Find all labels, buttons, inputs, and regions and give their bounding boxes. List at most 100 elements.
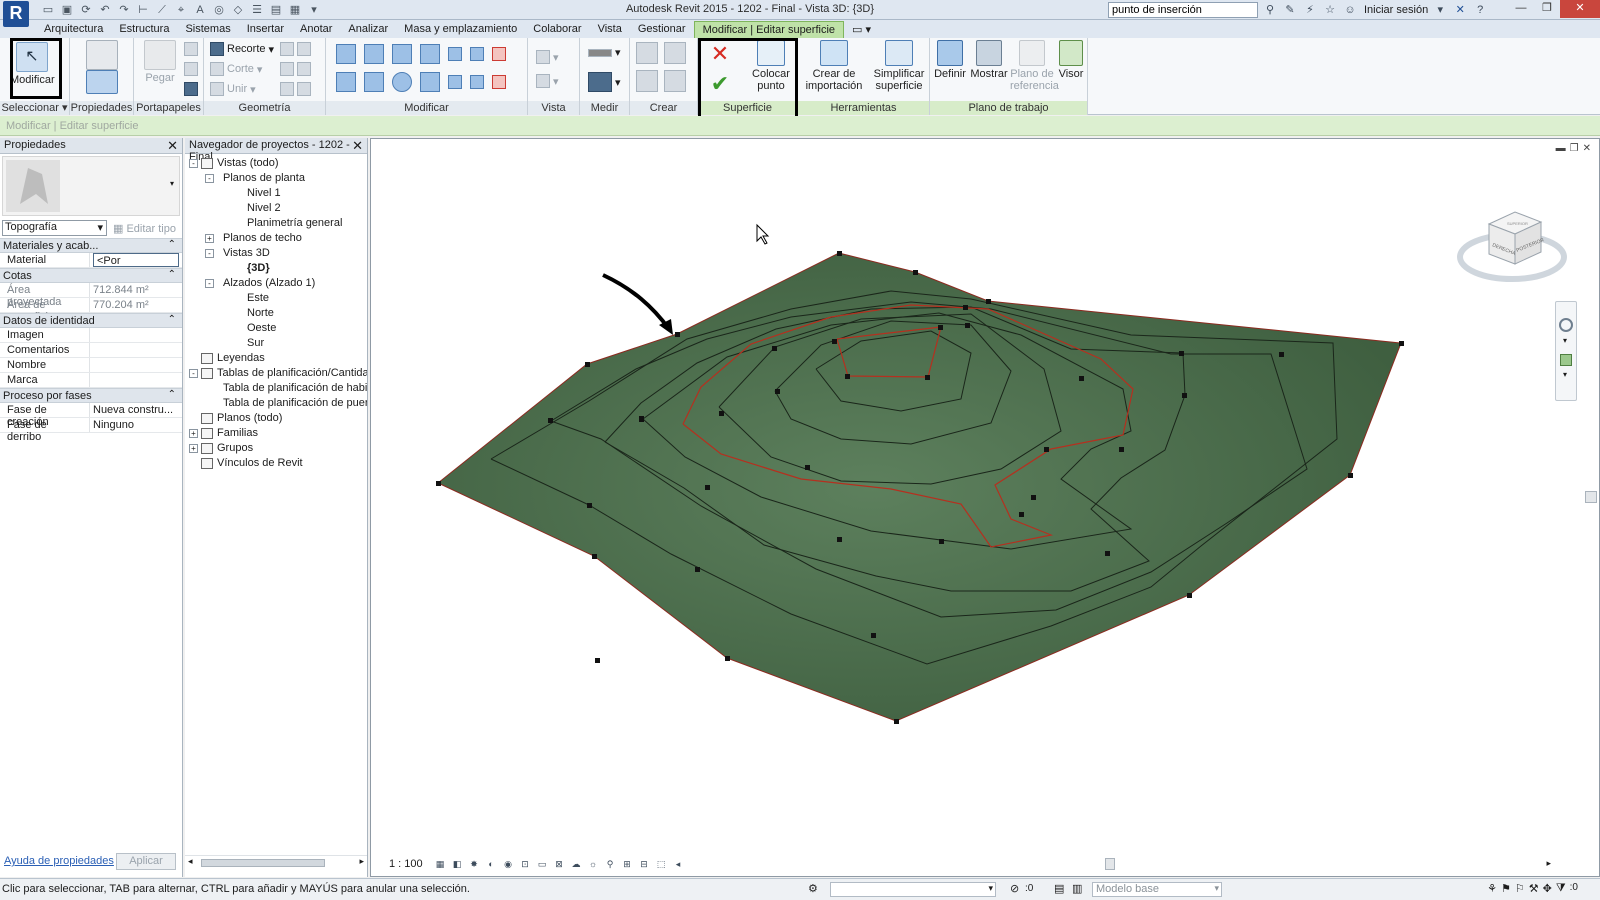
- section-icon[interactable]: ◇: [230, 2, 246, 18]
- workset-select[interactable]: ▾: [830, 882, 996, 897]
- browser-tree-item[interactable]: + Familias: [185, 426, 367, 441]
- browser-tree-item[interactable]: + Planos de techo: [185, 231, 367, 246]
- dimension-button[interactable]: ▾: [588, 72, 621, 92]
- geometry-tool-1[interactable]: [280, 42, 311, 56]
- type-properties-button[interactable]: [80, 40, 124, 72]
- reference-plane-button[interactable]: Plano de referencia: [1010, 40, 1059, 92]
- rotate-icon[interactable]: [392, 72, 412, 92]
- help-icon[interactable]: ?: [1472, 2, 1488, 18]
- terrain-point[interactable]: [871, 633, 876, 638]
- unpin-icon[interactable]: [492, 47, 506, 61]
- browser-tree-item[interactable]: {3D}: [185, 261, 367, 276]
- terrain-point[interactable]: [1179, 351, 1184, 356]
- browser-tree-item[interactable]: Vínculos de Revit: [185, 456, 367, 471]
- close-hidden-icon[interactable]: ▤: [268, 2, 284, 18]
- select-panel-label[interactable]: Seleccionar ▾: [0, 101, 69, 115]
- browser-tree-item[interactable]: + Grupos: [185, 441, 367, 456]
- terrain-point[interactable]: [845, 374, 850, 379]
- category-identity[interactable]: Datos de identidad ⌃: [0, 313, 182, 328]
- collapse-icon[interactable]: ⌃: [168, 314, 176, 325]
- category-dimensions[interactable]: Cotas ⌃: [0, 268, 182, 283]
- cut-geometry-button[interactable]: Corte ▾: [210, 62, 262, 76]
- zoom-icon[interactable]: [1560, 354, 1572, 366]
- steering-wheel-icon[interactable]: [1559, 318, 1573, 332]
- select-pinned-icon[interactable]: ⚐: [1515, 882, 1525, 895]
- analytical-model-icon[interactable]: ⚲: [603, 858, 617, 870]
- view-3d-canvas[interactable]: ▬ ❐ ✕ SUPERIOR DERECHA POSTERIOR ▾ ▾ 1 :…: [370, 138, 1600, 877]
- show-crop-icon[interactable]: ▭: [535, 858, 549, 870]
- create-assembly-icon[interactable]: [636, 70, 658, 92]
- terrain-point[interactable]: [639, 416, 644, 421]
- properties-help-link[interactable]: Ayuda de propiedades: [4, 855, 114, 867]
- terrain-boundary[interactable]: [437, 252, 1402, 722]
- collapse-toggle-icon[interactable]: -: [205, 249, 214, 258]
- terrain-point[interactable]: [805, 465, 810, 470]
- comments-value-field[interactable]: [90, 343, 182, 357]
- collapse-icon[interactable]: ⌃: [168, 269, 176, 280]
- instance-filter-select[interactable]: Topografía ▾: [2, 220, 107, 236]
- reveal-hidden-icon[interactable]: ☼: [586, 858, 600, 870]
- viewcube[interactable]: SUPERIOR DERECHA POSTERIOR: [1457, 202, 1567, 292]
- highlight-displacement-icon[interactable]: ⊞: [620, 858, 634, 870]
- match-properties-button[interactable]: [184, 82, 198, 96]
- browser-tree-item[interactable]: Nivel 1: [185, 186, 367, 201]
- scroll-right-icon[interactable]: ▸: [1546, 858, 1551, 869]
- view-horizontal-scrollbar[interactable]: ▸: [671, 858, 1551, 870]
- scroll-left-icon[interactable]: ◂: [188, 856, 193, 867]
- cope-button[interactable]: Recorte ▾: [210, 42, 274, 56]
- terrain-point[interactable]: [595, 658, 600, 663]
- tab-modificar-editar-superficie[interactable]: Modificar | Editar superficie: [693, 21, 845, 38]
- offset-icon[interactable]: [364, 44, 384, 64]
- terrain-point[interactable]: [832, 339, 837, 344]
- copy-clip-button[interactable]: [184, 62, 198, 76]
- filter-icon[interactable]: ⧩: [1556, 882, 1566, 895]
- tab-estructura[interactable]: Estructura: [111, 21, 177, 38]
- collapse-icon[interactable]: ⌃: [168, 389, 176, 400]
- sign-in-link[interactable]: Iniciar sesión: [1364, 4, 1428, 16]
- view-scale[interactable]: 1 : 100: [389, 858, 423, 870]
- design-options-icon[interactable]: ▤: [1054, 882, 1064, 895]
- save-icon[interactable]: ▣: [59, 2, 75, 18]
- redo-icon[interactable]: ↷: [116, 2, 132, 18]
- terrain-point[interactable]: [986, 299, 991, 304]
- browser-tree-item[interactable]: - Alzados (Alzado 1): [185, 276, 367, 291]
- create-part-icon[interactable]: [636, 42, 658, 64]
- communication-icon[interactable]: ⚡: [1302, 2, 1318, 18]
- terrain-point[interactable]: [695, 567, 700, 572]
- chevron-down-icon[interactable]: ▾: [1432, 2, 1448, 18]
- terrain-point[interactable]: [1182, 393, 1187, 398]
- trim-extend-icon[interactable]: [420, 72, 440, 92]
- terrain-point[interactable]: [585, 362, 590, 367]
- terrain-point[interactable]: [775, 389, 780, 394]
- view-minimize-icon[interactable]: ▬: [1556, 143, 1566, 154]
- terrain-point[interactable]: [965, 323, 970, 328]
- tab-vista[interactable]: Vista: [590, 21, 630, 38]
- image-value-field[interactable]: [90, 328, 182, 342]
- binoculars-icon[interactable]: ⚲: [1262, 2, 1278, 18]
- terrain-point[interactable]: [1044, 447, 1049, 452]
- select-by-face-icon[interactable]: ⚒: [1529, 882, 1539, 895]
- terrain-point[interactable]: [548, 418, 553, 423]
- collapse-toggle-icon[interactable]: -: [205, 279, 214, 288]
- chevron-down-icon[interactable]: ▾: [1563, 370, 1567, 379]
- close-icon[interactable]: ✕: [167, 138, 178, 154]
- browser-tree-item[interactable]: - Vistas 3D: [185, 246, 367, 261]
- application-menu-button[interactable]: R: [3, 1, 29, 27]
- terrain-point[interactable]: [837, 537, 842, 542]
- terrain-point[interactable]: [1019, 512, 1024, 517]
- terrain-point[interactable]: [1348, 473, 1353, 478]
- terrain-point[interactable]: [925, 375, 930, 380]
- user-icon[interactable]: ☺: [1342, 2, 1358, 18]
- lock-view-icon[interactable]: ⊠: [552, 858, 566, 870]
- terrain-point[interactable]: [1399, 341, 1404, 346]
- view-restore-icon[interactable]: ❐: [1570, 143, 1579, 154]
- temporary-hide-icon[interactable]: ☁: [569, 858, 583, 870]
- align-icon[interactable]: [336, 44, 356, 64]
- array-icon[interactable]: [448, 75, 462, 89]
- minimize-button[interactable]: —: [1508, 0, 1534, 18]
- tab-analizar[interactable]: Analizar: [340, 21, 396, 38]
- tag-icon[interactable]: ⌖: [173, 2, 189, 18]
- close-button[interactable]: ✕: [1560, 0, 1600, 18]
- restore-button[interactable]: ❐: [1534, 0, 1560, 18]
- sync-icon[interactable]: ⟳: [78, 2, 94, 18]
